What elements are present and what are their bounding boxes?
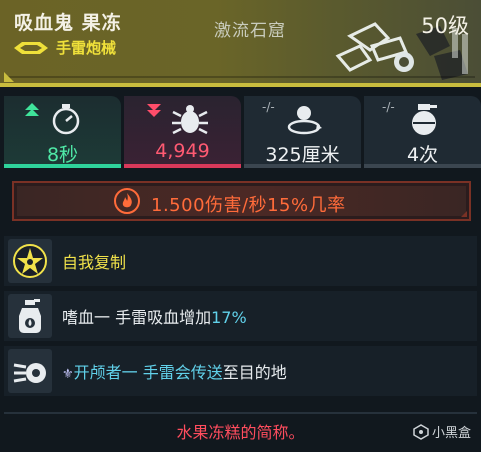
perk-icon-box — [8, 239, 52, 283]
radius-icon — [287, 106, 322, 135]
perk-icon-box — [8, 294, 52, 338]
item-header: 吸血鬼 果冻 手雷炮械 激流石窟 50级 — [0, 0, 481, 87]
header-divider — [6, 76, 475, 78]
elemental-damage-text: 1.500伤害/秒15%几率 — [151, 195, 346, 216]
grenade-heal-icon — [19, 299, 41, 333]
stat-damage-bar — [124, 164, 241, 168]
watermark-text: 小黑盒 — [431, 426, 471, 441]
stat-damage: 4,949 — [124, 96, 241, 168]
stat-radius-value: 325厘米 — [265, 144, 340, 166]
perk-1-text: 自我复制 — [62, 253, 127, 272]
stat-duration-value: 8秒 — [46, 144, 79, 166]
item-location: 激流石窟 — [214, 21, 286, 41]
item-type-row: 手雷炮械 — [14, 37, 116, 58]
stat-damage-value: 4,949 — [155, 140, 210, 162]
perk-row-3: ⚜开颅者一 手雷会传送至目的地 — [4, 346, 477, 396]
corner-triangle-icon — [4, 72, 14, 82]
increase-arrow-icon — [25, 103, 39, 116]
stat-count: -/- 4次 — [364, 96, 481, 168]
bug-damage-icon — [172, 105, 208, 135]
flavor-text: 水果冻糕的简称。 — [176, 423, 305, 442]
corner-tick-icon — [461, 211, 467, 217]
stats-row: 8秒 4,949 -/- 325厘米 -/- 4次 — [4, 96, 481, 168]
stopwatch-icon — [52, 104, 80, 135]
decrease-arrow-icon — [147, 104, 161, 117]
stat-radius-bar — [244, 164, 361, 168]
stat-count-indicator: -/- — [382, 100, 395, 114]
stat-radius-indicator: -/- — [262, 100, 275, 114]
perk-3-label: 开颅者一 手雷会传送 — [73, 363, 223, 382]
perk-2-value: 17% — [211, 308, 247, 327]
perk-row-2: 嗜血一 手雷吸血增加17% — [4, 291, 477, 341]
heybox-logo-icon — [413, 423, 429, 440]
perk-row-1: 自我复制 — [4, 236, 477, 286]
stat-duration-bar — [4, 164, 121, 168]
perk-3-text: ⚜开颅者一 手雷会传送至目的地 — [62, 359, 287, 383]
perk-2-text: 嗜血一 手雷吸血增加17% — [62, 304, 247, 328]
fleur-icon: ⚜ — [62, 367, 74, 382]
stat-count-bar — [364, 164, 481, 168]
watermark: 小黑盒 — [413, 422, 471, 441]
perk-icon-box — [8, 349, 52, 393]
perk-2-label: 嗜血一 手雷吸血增加 — [62, 308, 212, 327]
grenade-count-icon — [412, 104, 437, 135]
footer-divider — [4, 412, 477, 414]
rarity-chevron-icon — [14, 41, 48, 54]
elemental-damage-panel: 1.500伤害/秒15%几率 — [12, 181, 471, 221]
item-title: 吸血鬼 果冻 — [14, 12, 122, 34]
item-level: 50级 — [421, 14, 469, 38]
item-type: 手雷炮械 — [56, 39, 117, 57]
perk-3-value: 至目的地 — [222, 363, 287, 382]
fire-element-icon — [114, 188, 140, 214]
stat-count-value: 4次 — [406, 144, 439, 166]
teleport-grenade-icon — [13, 363, 46, 383]
rarity-strip — [0, 83, 481, 87]
star-emblem-icon — [13, 244, 47, 278]
stat-duration: 8秒 — [4, 96, 121, 168]
stat-radius: -/- 325厘米 — [244, 96, 361, 168]
